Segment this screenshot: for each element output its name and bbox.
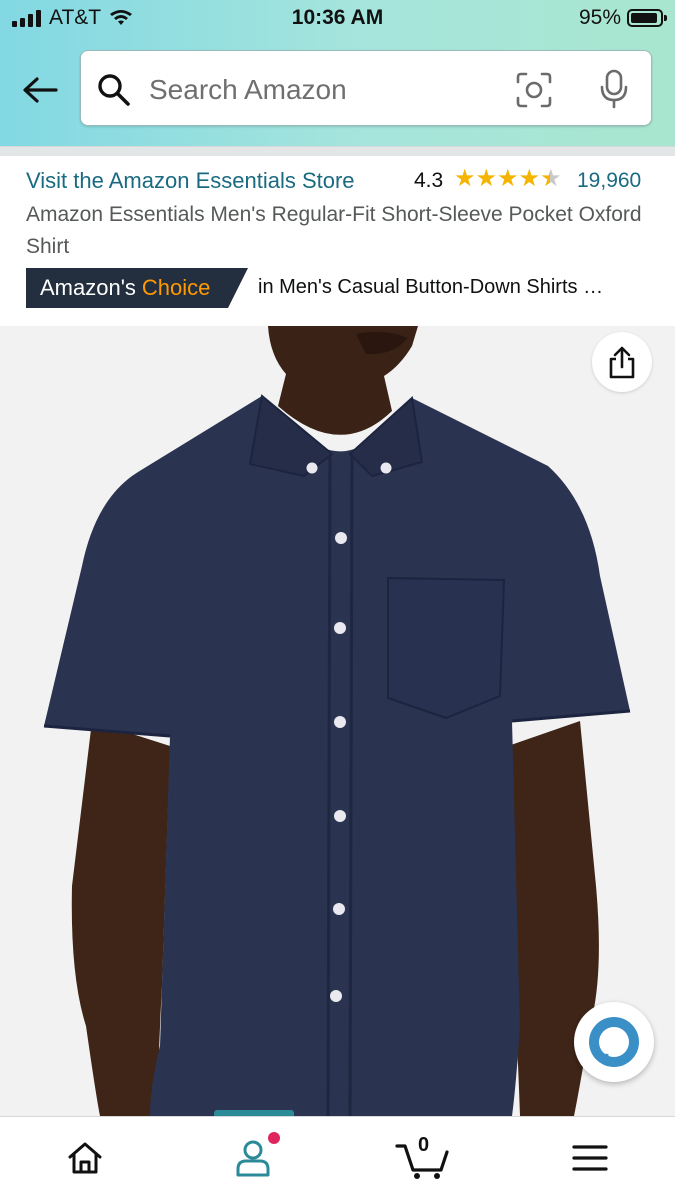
alexa-button[interactable] xyxy=(574,1002,654,1082)
star-icon: ★ xyxy=(497,165,519,192)
header-divider xyxy=(0,146,675,156)
share-icon xyxy=(609,346,635,379)
store-link[interactable]: Visit the Amazon Essentials Store xyxy=(26,168,355,194)
camera-icon[interactable] xyxy=(515,71,553,109)
menu-icon xyxy=(572,1145,608,1171)
battery-icon xyxy=(627,9,667,27)
star-icon: ★ xyxy=(454,165,476,192)
star-icon: ★ xyxy=(518,165,541,192)
share-button[interactable] xyxy=(592,332,652,392)
product-title: Amazon Essentials Men's Regular-Fit Shor… xyxy=(26,203,642,258)
account-icon xyxy=(236,1140,270,1177)
badge-highlight: Choice xyxy=(141,275,211,300)
nav-cart[interactable]: 0 xyxy=(388,1130,458,1186)
store-rating-row: Visit the Amazon Essentials Store 4.3 ★ … xyxy=(26,167,656,198)
back-arrow-icon xyxy=(23,77,58,103)
choice-category-link[interactable]: in Men's Casual Button-Down Shirts … xyxy=(258,276,658,299)
star-icon: ★ xyxy=(475,165,498,192)
status-time: 10:36 AM xyxy=(291,6,384,29)
battery-group: 95% xyxy=(578,6,667,30)
review-count-link[interactable]: 19,960 xyxy=(577,169,641,193)
product-image[interactable] xyxy=(0,326,675,1116)
header: AT&T 10:36 AM 95% xyxy=(0,0,675,146)
search-input[interactable] xyxy=(147,69,491,111)
search-bar[interactable] xyxy=(80,50,652,126)
nav-account[interactable] xyxy=(218,1130,288,1186)
amazons-choice-badge: Amazon's Choice xyxy=(26,268,248,308)
alexa-icon xyxy=(589,1017,639,1067)
badge-prefix: Amazon's xyxy=(40,275,136,300)
cart-count: 0 xyxy=(418,1134,430,1156)
nav-menu[interactable] xyxy=(555,1130,625,1186)
battery-percent: 95% xyxy=(578,6,621,29)
star-rating[interactable]: ★ ★ ★ ★ ★ xyxy=(454,167,562,191)
search-icon xyxy=(98,74,130,106)
nav-home[interactable] xyxy=(50,1130,120,1186)
back-button[interactable] xyxy=(18,70,62,110)
home-icon xyxy=(68,1142,102,1174)
mic-icon[interactable] xyxy=(597,69,631,109)
half-star-icon: ★ xyxy=(540,165,562,192)
notification-dot xyxy=(266,1130,282,1146)
rating-value[interactable]: 4.3 xyxy=(414,169,443,193)
product-photo xyxy=(0,326,675,1116)
status-bar: AT&T 10:36 AM 95% xyxy=(0,0,675,36)
